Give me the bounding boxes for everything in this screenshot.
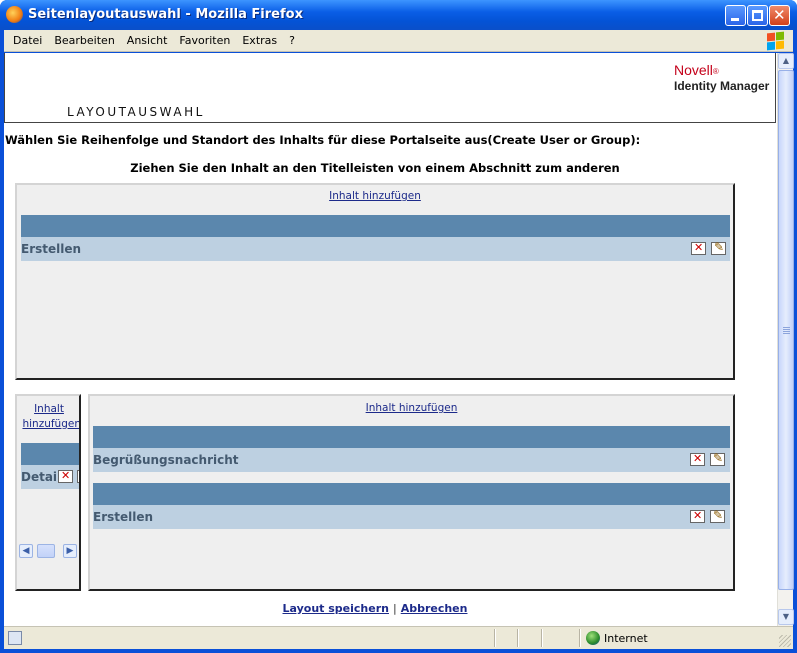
footer-actions: Layout speichern | Abbrechen [4, 602, 746, 615]
edit-icon[interactable] [77, 470, 79, 483]
minimize-icon [731, 18, 739, 21]
content-item-label: Detail [21, 470, 62, 484]
content-item-titlebar[interactable]: Erstellen [93, 505, 730, 529]
close-icon: ✕ [773, 6, 786, 24]
status-divider [541, 629, 542, 647]
status-divider [579, 629, 580, 647]
delete-icon[interactable] [690, 509, 705, 523]
horizontal-scrollbar[interactable]: ◀ ▶ [19, 544, 79, 558]
globe-icon [586, 631, 600, 645]
vertical-scrollbar[interactable]: ▲ ▼ [777, 53, 794, 626]
brand-mark: ® [712, 67, 719, 76]
maximize-button[interactable] [747, 5, 768, 26]
minimize-button[interactable] [725, 5, 746, 26]
scroll-thumb[interactable] [37, 544, 55, 558]
add-content-link[interactable]: Inhalt hinzufügen [17, 190, 733, 202]
window-frame-bottom [0, 649, 797, 653]
add-content-line1: Inhalt [34, 403, 64, 415]
content-item-titlebar[interactable]: Detail [21, 465, 79, 489]
add-content-link[interactable]: Inhalt hinzufügen [90, 402, 733, 414]
novell-logo: Novell® [674, 62, 719, 78]
window-title: Seitenlayoutauswahl - Mozilla Firefox [28, 7, 303, 22]
status-bar: Internet [4, 626, 793, 649]
section-top: Inhalt hinzufügen Erstellen [15, 183, 735, 380]
menu-view[interactable]: Ansicht [121, 30, 174, 47]
menu-edit[interactable]: Bearbeiten [48, 30, 120, 47]
status-divider [494, 629, 495, 647]
security-zone: Internet [604, 632, 648, 645]
maximize-icon [752, 10, 763, 21]
content-item-titlebar[interactable]: Begrüßungsnachricht [93, 448, 730, 472]
close-button[interactable]: ✕ [769, 5, 790, 26]
scroll-down-icon[interactable]: ▼ [778, 609, 794, 625]
menu-help[interactable]: ? [283, 30, 301, 47]
edit-icon[interactable] [710, 508, 725, 523]
section-drop-header [93, 483, 730, 505]
browser-window: Seitenlayoutauswahl - Mozilla Firefox ✕ … [0, 0, 797, 653]
grip-icon [783, 327, 790, 328]
delete-icon[interactable] [691, 241, 706, 255]
page-title: LAYOUTAUSWAHL [67, 105, 205, 119]
section-drop-header [21, 443, 79, 465]
add-content-line2: hinzufügen [22, 418, 81, 430]
menu-bar: Datei Bearbeiten Ansicht Favoriten Extras? [4, 30, 793, 52]
scroll-right-icon[interactable]: ▶ [63, 544, 77, 558]
page-icon [8, 631, 22, 645]
content-item-label: Begrüßungsnachricht [93, 453, 239, 467]
scroll-thumb[interactable] [778, 70, 794, 590]
menu-file[interactable]: Datei [4, 30, 48, 47]
section-drop-header [93, 426, 730, 448]
product-name: Identity Manager [674, 79, 770, 93]
drag-hint-text: Ziehen Sie den Inhalt an den Titelleiste… [130, 161, 620, 175]
resize-grip-icon[interactable] [779, 635, 791, 647]
scroll-up-icon[interactable]: ▲ [778, 53, 794, 69]
content-item-label: Erstellen [21, 242, 82, 256]
add-content-link[interactable]: Inhalt hinzufügen [17, 402, 81, 432]
content-item-titlebar[interactable]: Erstellen [21, 237, 730, 261]
edit-icon[interactable] [711, 240, 726, 255]
firefox-icon [6, 6, 23, 23]
cancel-link[interactable]: Abbrechen [401, 602, 468, 615]
save-layout-link[interactable]: Layout speichern [283, 602, 389, 615]
delete-icon[interactable] [58, 469, 73, 483]
page-viewport: Novell® Identity Manager LAYOUTAUSWAHL W… [4, 53, 777, 626]
page-header: Novell® Identity Manager LAYOUTAUSWAHL [4, 53, 776, 123]
delete-icon[interactable] [690, 452, 705, 466]
edit-icon[interactable] [710, 451, 725, 466]
content-item-label: Erstellen [93, 510, 154, 524]
scroll-left-icon[interactable]: ◀ [19, 544, 33, 558]
section-left: Inhalt hinzufügen Detail ◀ ▶ [15, 394, 81, 591]
status-divider [517, 629, 518, 647]
windows-logo-icon [765, 31, 785, 51]
brand-name: Novell [674, 62, 713, 78]
menu-favorites[interactable]: Favoriten [173, 30, 236, 47]
separator: | [392, 602, 397, 615]
section-drop-header [21, 215, 730, 237]
menu-extras[interactable]: Extras [236, 30, 283, 47]
section-right: Inhalt hinzufügen Begrüßungsnachricht Er… [88, 394, 735, 591]
instruction-text: Wählen Sie Reihenfolge und Standort des … [5, 133, 641, 147]
title-bar[interactable]: Seitenlayoutauswahl - Mozilla Firefox ✕ [0, 0, 797, 30]
